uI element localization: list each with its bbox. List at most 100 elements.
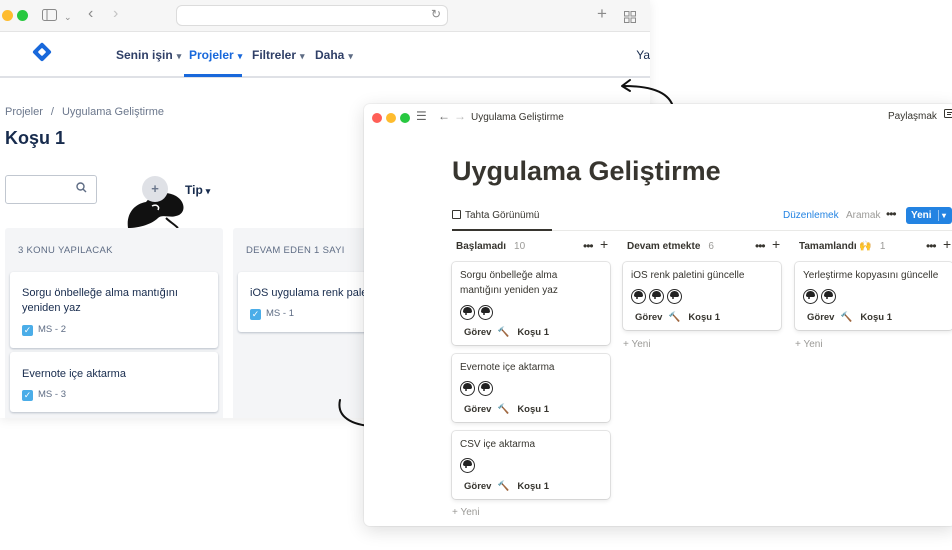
task-title: CSV içe aktarma [460, 439, 536, 450]
type-filter-label: Tip [185, 183, 203, 197]
type-filter-dropdown[interactable]: Tip ▾ [185, 183, 210, 197]
board-view-label: Tahta Görünümü [465, 210, 540, 221]
back-icon[interactable]: ‹ [88, 4, 93, 24]
new-tab-icon[interactable]: + [597, 4, 607, 24]
column-name: Başlamadı [456, 241, 507, 252]
board-column-todo: 3 KONU YAPILACAK Sorgu önbelleğe alma ma… [5, 228, 223, 418]
avatar [478, 305, 493, 320]
column-header-done: Tamamlandı 🙌 1 [799, 241, 885, 252]
breadcrumb-current[interactable]: Uygulama Geliştirme [62, 106, 164, 118]
nav-your-work[interactable]: Senin işin ▾ [116, 48, 181, 62]
task-type: Görev [635, 312, 663, 323]
issue-key: ✓ MS - 2 [22, 324, 66, 336]
address-bar[interactable]: ↻ [176, 5, 448, 26]
chevron-down-icon: ▾ [300, 51, 305, 61]
checkbox-icon: ✓ [22, 325, 33, 336]
task-card[interactable]: CSV içe aktarma Görev 🔨 Koşu 1 [452, 431, 610, 499]
reload-icon[interactable]: ↻ [431, 7, 441, 21]
avatar [478, 381, 493, 396]
window-minimize-dot[interactable] [386, 113, 396, 123]
page-breadcrumb[interactable]: Uygulama Geliştirme [471, 112, 564, 123]
task-card[interactable]: Sorgu önbelleğe alma mantığını yeniden y… [452, 262, 610, 345]
tab-overview-icon[interactable] [624, 8, 636, 28]
notion-window: ☰ ← → Uygulama Geliştirme Paylaşmak Uygu… [364, 104, 952, 526]
add-new-card-button[interactable]: + Yeni [623, 339, 651, 350]
nav-filters[interactable]: Filtreler ▾ [252, 48, 305, 62]
add-new-card-button[interactable]: + Yeni [795, 339, 823, 350]
nav-cut-off-text[interactable]: Ya [636, 48, 650, 62]
comment-icon[interactable] [944, 109, 952, 123]
task-title: Sorgu önbelleğe alma mantığını yeniden y… [460, 270, 558, 296]
task-type: Görev [464, 327, 492, 338]
window-minimize-dot[interactable] [2, 10, 13, 21]
avatar [821, 289, 836, 304]
column-more-icon[interactable]: ••• [755, 239, 766, 253]
add-new-card-button[interactable]: + Yeni [452, 507, 480, 518]
task-sprint: Koşu 1 [517, 481, 549, 492]
more-options-icon[interactable]: ••• [886, 207, 897, 221]
task-type: Görev [464, 481, 492, 492]
task-card[interactable]: Yerleştirme kopyasını güncelle Görev 🔨 Koş… [795, 262, 952, 330]
board-view-tab[interactable]: Tahta Görünümü [452, 210, 540, 221]
task-card[interactable]: Evernote içe aktarma Görev 🔨 Koşu 1 [452, 354, 610, 422]
avatar [631, 289, 646, 304]
page-title: Uygulama Geliştirme [452, 156, 721, 186]
add-people-avatar-icon[interactable]: + [142, 176, 168, 202]
assignee-avatars [803, 289, 839, 309]
task-title: Yerleştirme kopyasını güncelle [803, 270, 939, 281]
chevron-down-icon: ▾ [237, 51, 243, 61]
issue-key-text: MS - 2 [38, 324, 66, 335]
share-button[interactable]: Paylaşmak [888, 111, 937, 122]
breadcrumb-separator: / [50, 106, 54, 118]
avatar [460, 381, 475, 396]
new-button[interactable]: Yeni ▾ [906, 207, 952, 224]
nav-your-work-label: Senin işin [116, 48, 173, 62]
issue-card[interactable]: Evernote içe aktarma ✓ MS - 3 [10, 352, 218, 412]
issue-card[interactable]: Sorgu önbelleğe alma mantığını yeniden y… [10, 272, 218, 348]
task-title: Evernote içe aktarma [460, 362, 555, 373]
forward-icon[interactable]: › [113, 4, 118, 24]
hammer-icon: 🔨 [497, 404, 510, 415]
chevron-down-icon[interactable]: ▾ [942, 207, 946, 224]
column-add-icon[interactable]: + [600, 236, 608, 252]
nav-projects-label: Projeler [189, 48, 234, 62]
breadcrumb-projects[interactable]: Projeler [5, 106, 43, 118]
task-card[interactable]: iOS renk paletini güncelle Görev 🔨 Koşu 1 [623, 262, 781, 330]
breadcrumb: Projeler / Uygulama Geliştirme [5, 106, 164, 118]
jira-top-nav: Senin işin ▾ Projeler ▾ Filtreler ▾ Daha ▾ [0, 32, 650, 78]
new-button-label: Yeni [911, 210, 932, 221]
issue-title: Evernote içe aktarma [22, 368, 126, 380]
window-close-dot[interactable] [372, 113, 382, 123]
board-view-icon [452, 210, 461, 219]
column-more-icon[interactable]: ••• [926, 239, 937, 253]
board-search-input[interactable] [5, 175, 97, 204]
column-name: Tamamlandı 🙌 [799, 241, 872, 252]
back-arrow-icon[interactable]: ← [438, 109, 450, 123]
page-title: Koşu 1 [5, 128, 66, 148]
hammer-icon: 🔨 [668, 312, 681, 323]
window-zoom-dot[interactable] [400, 113, 410, 123]
column-more-icon[interactable]: ••• [583, 239, 594, 253]
jira-logo-icon[interactable] [32, 42, 52, 62]
nav-more-label: Daha [315, 48, 345, 62]
forward-arrow-icon[interactable]: → [454, 109, 466, 123]
assignee-avatars [631, 289, 685, 309]
nav-more[interactable]: Daha ▾ [315, 48, 353, 62]
task-meta: Görev 🔨 Koşu 1 [464, 404, 549, 415]
column-count: 1 [879, 241, 886, 252]
column-add-icon[interactable]: + [772, 236, 780, 252]
task-title: iOS renk paletini güncelle [631, 270, 745, 281]
checkbox-icon: ✓ [250, 309, 261, 320]
edit-button[interactable]: Düzenlemek [783, 210, 839, 221]
menu-icon[interactable]: ☰ [416, 109, 427, 123]
sidebar-toggle-icon[interactable] [42, 6, 57, 26]
chevron-down-icon[interactable]: ⌄ [64, 7, 72, 27]
window-zoom-dot[interactable] [17, 10, 28, 21]
avatar [803, 289, 818, 304]
search-button[interactable]: Aramak [846, 210, 880, 221]
column-add-icon[interactable]: + [943, 236, 951, 252]
nav-projects[interactable]: Projeler ▾ [189, 48, 242, 62]
issue-key: ✓ MS - 1 [250, 308, 294, 320]
issue-key-text: MS - 1 [266, 308, 294, 319]
assignee-avatars [460, 305, 496, 325]
